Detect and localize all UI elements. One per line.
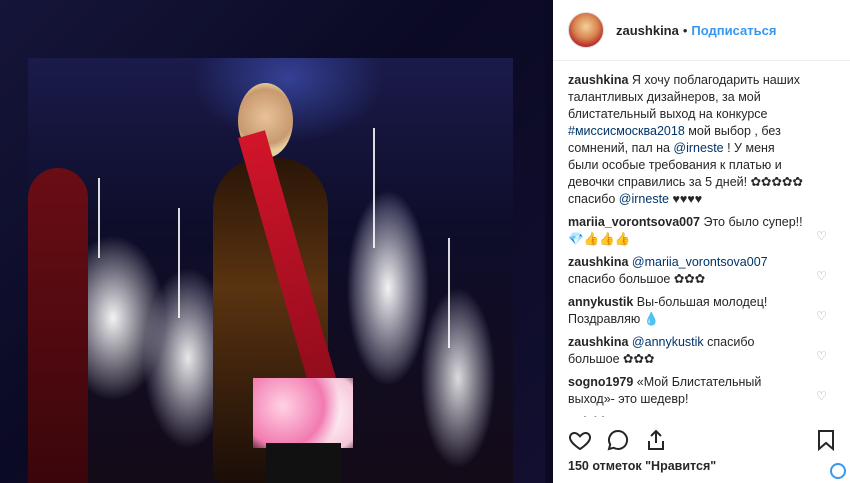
comment-text: ...: [626, 415, 639, 417]
header-separator: •: [682, 22, 688, 38]
photo-flowers: [253, 378, 353, 448]
comment-icon[interactable]: [606, 428, 630, 452]
post-photo[interactable]: [28, 58, 513, 483]
loading-spinner-icon: [830, 463, 846, 479]
likes-count[interactable]: 150 отметок "Нравится": [568, 459, 716, 473]
avatar[interactable]: [568, 12, 604, 48]
comments-list[interactable]: zaushkina Я хочу поблагодарить наших тал…: [568, 72, 828, 417]
list-item: tatishi147 ... ♡: [568, 414, 828, 417]
bookmark-icon[interactable]: [814, 428, 838, 452]
like-comment-heart-icon[interactable]: ♡: [816, 268, 828, 283]
comment-username[interactable]: zaushkina: [568, 255, 628, 269]
action-bar: [568, 428, 838, 454]
caption: zaushkina Я хочу поблагодарить наших тал…: [568, 72, 828, 208]
like-comment-heart-icon[interactable]: ♡: [816, 228, 828, 243]
like-comment-heart-icon[interactable]: ♡: [816, 348, 828, 363]
sparkle: [373, 128, 375, 248]
comment-username[interactable]: tatishi147: [568, 415, 626, 417]
caption-mention[interactable]: @irneste: [673, 141, 723, 155]
caption-hashtag[interactable]: #миссисмосква2018: [568, 124, 685, 138]
comment-username[interactable]: sogno1979: [568, 375, 633, 389]
list-item: mariia_vorontsova007 Это было супер!! 💎👍…: [568, 214, 828, 248]
share-icon[interactable]: [644, 428, 668, 452]
like-comment-heart-icon[interactable]: ♡: [816, 388, 828, 403]
heart-icon[interactable]: [568, 428, 592, 452]
list-item: zaushkina @annykustik спасибо большое ✿✿…: [568, 334, 828, 368]
follow-button[interactable]: Подписаться: [691, 23, 776, 38]
photo-figure-left: [28, 168, 88, 483]
post-panel: zaushkina • Подписаться zaushkina Я хочу…: [553, 0, 850, 483]
caption-text: ♥♥♥♥: [669, 192, 703, 206]
comment-mention[interactable]: @annykustik: [632, 335, 704, 349]
comment-username[interactable]: annykustik: [568, 295, 633, 309]
sparkle: [448, 238, 450, 348]
list-item: zaushkina @mariia_vorontsova007 спасибо …: [568, 254, 828, 288]
comment-username[interactable]: zaushkina: [568, 335, 628, 349]
comment-username[interactable]: mariia_vorontsova007: [568, 215, 700, 229]
list-item: sogno1979 «Мой Блистательный выход»- это…: [568, 374, 828, 408]
comment-text: спасибо большое ✿✿✿: [568, 272, 706, 286]
sparkle: [178, 208, 180, 318]
caption-username[interactable]: zaushkina: [568, 73, 628, 87]
photo-pot: [266, 443, 341, 483]
like-comment-heart-icon[interactable]: ♡: [816, 308, 828, 323]
header-username[interactable]: zaushkina: [616, 23, 679, 38]
caption-mention[interactable]: @irneste: [619, 192, 669, 206]
sparkle: [98, 178, 100, 258]
post-header: zaushkina • Подписаться: [553, 0, 850, 61]
list-item: annykustik Вы-большая молодец! Поздравля…: [568, 294, 828, 328]
comment-mention[interactable]: @mariia_vorontsova007: [632, 255, 768, 269]
